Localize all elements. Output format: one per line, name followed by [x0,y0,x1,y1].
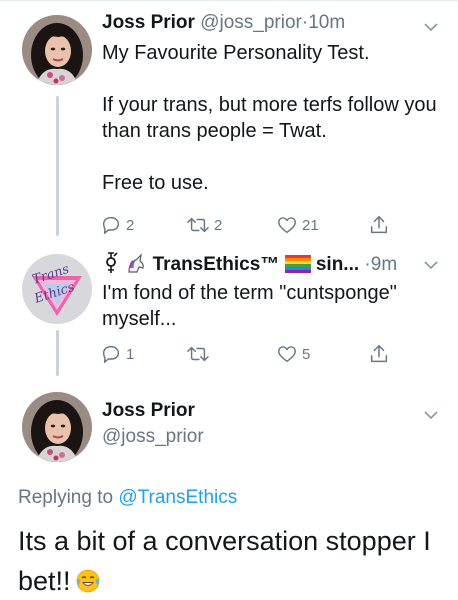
share-icon [370,345,388,363]
user-avatar-photo [22,15,92,85]
reply-count: 2 [126,216,135,234]
chevron-down-icon[interactable] [422,406,440,424]
tweet-text-line: My Favourite Personality Test. [102,42,370,64]
chevron-down-icon[interactable] [422,18,440,36]
like-button[interactable]: 5 [276,342,310,366]
tweet-text-line: If your trans, but more terfs follow you… [102,94,437,142]
author-name[interactable]: Joss Prior [102,400,195,422]
avatar[interactable]: Trans Ethics [22,254,92,324]
top-divider [0,0,458,1]
retweet-icon [187,346,209,362]
tweet-header: Joss Prior @joss_prior·10m [102,12,345,34]
reply-icon [102,216,120,234]
tears-of-joy-emoji [76,569,99,593]
reply-button[interactable]: 2 [100,213,134,237]
retweet-count: 2 [214,216,223,234]
replying-to-line: Replying to @TransEthics [18,487,237,509]
author-name-truncated[interactable]: sin... [316,254,359,275]
tweet-text-line: Free to use. [102,172,209,194]
replying-to-label: Replying to [18,487,114,508]
tweet-timestamp[interactable]: 9m [371,254,397,275]
focused-tweet-text: Its a bit of a conversation stopper I be… [18,521,448,600]
retweet-icon [187,217,209,233]
like-button[interactable]: 21 [276,213,319,237]
retweet-button[interactable] [186,342,214,366]
tweet-text-line: I'm fond of the term "cuntsponge" myself… [102,282,397,330]
transethics-logo: Trans Ethics [22,254,92,324]
reply-count: 1 [126,345,135,363]
like-count: 21 [302,216,319,234]
reply-button[interactable]: 1 [100,342,134,366]
heart-icon [278,217,296,234]
replying-to-link[interactable]: @TransEthics [118,487,237,508]
user-avatar-photo [22,392,92,462]
gender-symbol-icon [106,252,118,273]
reply-icon [102,345,120,363]
share-button[interactable] [368,342,390,366]
tweet-body: My Favourite Personality Test. If your t… [102,40,442,196]
heart-icon [278,346,296,363]
tweet-actions: 2 2 21 [100,213,400,237]
share-icon [370,216,388,234]
tweet-timestamp[interactable]: 10m [308,12,345,33]
thread-line [56,96,59,236]
tweet-header: TransEthics™ sin... ·9m [102,252,397,276]
rainbow-flag-icon [284,255,311,273]
tweet-body: I'm fond of the term "cuntsponge" myself… [102,280,432,332]
tweet-actions: 1 5 [100,342,400,366]
share-button[interactable] [368,213,390,237]
like-count: 5 [302,345,311,363]
chevron-down-icon[interactable] [422,256,440,274]
author-handle[interactable]: @joss_prior [102,426,204,448]
unicorn-icon [128,253,145,273]
thread-line [56,330,59,376]
avatar[interactable] [22,15,92,85]
retweet-button[interactable]: 2 [186,213,222,237]
author-handle[interactable]: @joss_prior [200,12,302,33]
author-name[interactable]: Joss Prior [102,12,195,33]
author-name[interactable]: TransEthics™ [153,254,280,275]
avatar[interactable] [22,392,92,462]
